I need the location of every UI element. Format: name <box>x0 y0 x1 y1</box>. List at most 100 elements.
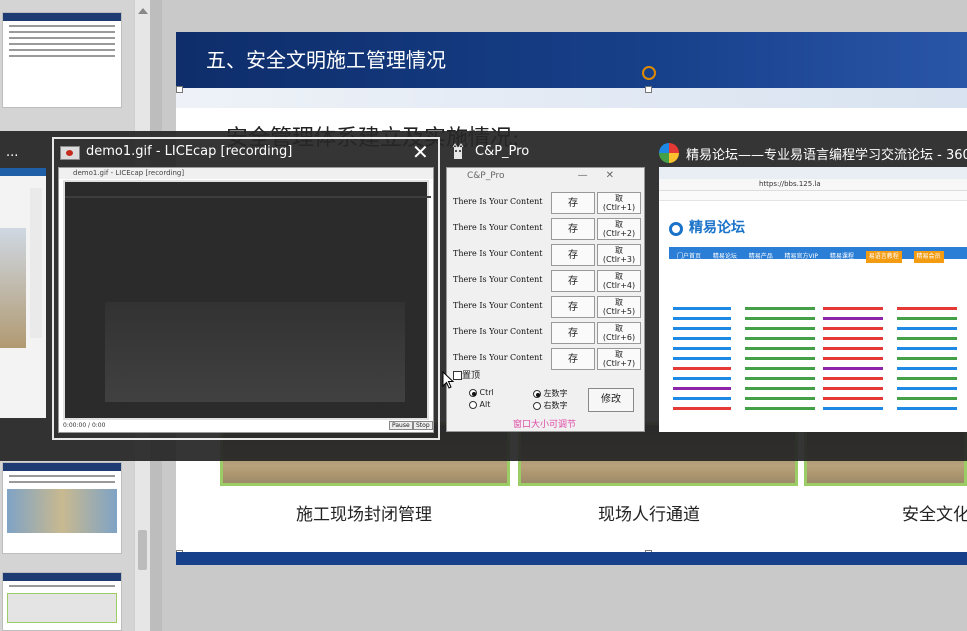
take-button[interactable]: 取 (Ctlr+2) <box>597 218 641 240</box>
forum-nav-bar: 门户首页 精易论坛 精易产品 精易官方VIP 精易课程 易语言教程 精易会员 <box>669 247 967 263</box>
rotate-handle-icon[interactable] <box>642 66 656 80</box>
radio-right-label: 右数字 <box>543 401 568 410</box>
cp-row: There Is Your Content 存 取 (Ctlr+3) <box>451 244 641 267</box>
take-button[interactable]: 取 (Ctlr+7) <box>597 348 641 370</box>
forum-logo-text: 精易论坛 <box>689 220 745 236</box>
slide-footer-band <box>176 552 967 565</box>
licecap-inner-title: demo1.gif - LICEcap [recording] <box>59 168 433 179</box>
scroll-up-arrow-icon[interactable] <box>138 8 148 14</box>
pin-on-top-checkbox[interactable]: 置顶 <box>453 368 480 381</box>
take-label: 取 <box>615 220 623 229</box>
stop-button[interactable]: Stop <box>413 421 433 430</box>
close-icon[interactable]: ✕ <box>412 142 429 162</box>
forum-nav-item: 门户首页 <box>677 253 702 260</box>
cp-row-content: There Is Your Content <box>453 353 543 362</box>
cp-row-content: There Is Your Content <box>453 197 543 206</box>
radio-selected-icon[interactable] <box>469 388 477 397</box>
save-button[interactable]: 存 <box>551 270 595 292</box>
save-button[interactable]: 存 <box>551 348 595 370</box>
take-label: 取 <box>615 324 623 333</box>
cp-row: There Is Your Content 存 取 (Ctlr+1) <box>451 192 641 215</box>
slide-thumbnail[interactable] <box>2 12 122 108</box>
take-shortcut: (Ctlr+1) <box>602 203 636 212</box>
radio-alt-label: Alt <box>479 400 491 409</box>
cp-row-content: There Is Your Content <box>453 275 543 284</box>
take-button[interactable]: 取 (Ctlr+1) <box>597 192 641 214</box>
scrollbar-thumb[interactable] <box>138 530 147 570</box>
radio-left-number[interactable]: 左数字 <box>533 388 568 399</box>
save-button[interactable]: 存 <box>551 218 595 240</box>
slide-title[interactable]: 五、安全文明施工管理情况 <box>206 44 446 73</box>
take-label: 取 <box>615 246 623 255</box>
photo-caption[interactable]: 安全文化 <box>902 500 967 525</box>
save-button[interactable]: 存 <box>551 296 595 318</box>
browser-address-bar: https://bbs.125.la <box>659 179 967 191</box>
window-preview-cp-pro[interactable]: C&P_Pro —✕ There Is Your Content 存 取 (Ctl… <box>446 167 645 432</box>
window-preview-browser[interactable]: https://bbs.125.la 精易论坛 门户首页 精易论坛 精易产品 精… <box>659 167 967 432</box>
cp-row-content: There Is Your Content <box>453 249 543 258</box>
save-button[interactable]: 存 <box>551 192 595 214</box>
radio-unselected-icon[interactable] <box>469 400 477 409</box>
take-button[interactable]: 取 (Ctlr+4) <box>597 270 641 292</box>
window-title-cp-pro[interactable]: C&P_Pro <box>475 144 529 159</box>
cp-row: There Is Your Content 存 取 (Ctlr+4) <box>451 270 641 293</box>
slide-thumbnail[interactable] <box>2 572 122 631</box>
cp-row-content: There Is Your Content <box>453 223 543 232</box>
licecap-app-icon <box>60 146 80 160</box>
radio-ctrl-label: Ctrl <box>479 388 494 397</box>
window-controls-icon: —✕ <box>577 170 632 181</box>
cp-row-content: There Is Your Content <box>453 327 543 336</box>
licecap-capture-area <box>63 180 431 420</box>
take-shortcut: (Ctlr+4) <box>602 281 636 290</box>
photo-caption[interactable]: 现场人行通道 <box>598 500 700 525</box>
radio-selected-icon[interactable] <box>533 389 541 398</box>
save-button[interactable]: 存 <box>551 322 595 344</box>
browser-bookmarks-bar <box>659 191 967 201</box>
selection-handle[interactable] <box>645 86 652 93</box>
resize-hint: 窗口大小可调节 <box>513 420 577 430</box>
cp-row-content: There Is Your Content <box>453 301 543 310</box>
radio-left-label: 左数字 <box>543 389 568 398</box>
take-label: 取 <box>615 350 623 359</box>
take-shortcut: (Ctlr+3) <box>602 255 636 264</box>
forum-nav-item: 精易产品 <box>748 253 773 260</box>
window-preview-left[interactable] <box>0 168 46 418</box>
take-shortcut: (Ctlr+6) <box>602 333 636 342</box>
checkbox-icon[interactable] <box>453 371 462 380</box>
take-label: 取 <box>615 298 623 307</box>
window-title-licecap[interactable]: demo1.gif - LICEcap [recording] <box>86 144 292 159</box>
licecap-status: 0:00:00 / 0:00 <box>63 422 106 429</box>
save-button[interactable]: 存 <box>551 244 595 266</box>
photo-caption[interactable]: 施工现场封闭管理 <box>296 500 432 525</box>
forum-nav-item: 精易官方VIP <box>784 253 819 260</box>
forum-nav-item: 精易论坛 <box>712 253 737 260</box>
take-button[interactable]: 取 (Ctlr+6) <box>597 322 641 344</box>
take-button[interactable]: 取 (Ctlr+3) <box>597 244 641 266</box>
pin-label: 置顶 <box>462 371 481 381</box>
task-switcher-overlay: ... demo1.gif - LICEcap [recording] ✕ de… <box>0 131 967 461</box>
cp-pro-app-icon <box>451 143 465 161</box>
take-shortcut: (Ctlr+2) <box>602 229 636 238</box>
radio-unselected-icon[interactable] <box>533 401 541 410</box>
radio-ctrl[interactable]: Ctrl <box>469 388 494 397</box>
forum-link-list <box>673 307 963 427</box>
window-title-left[interactable]: ... <box>6 145 18 160</box>
pause-button[interactable]: Pause <box>389 421 413 430</box>
browser-360-app-icon <box>659 143 679 163</box>
browser-url: https://bbs.125.la <box>759 180 821 188</box>
cp-row: There Is Your Content 存 取 (Ctlr+5) <box>451 296 641 319</box>
take-button[interactable]: 取 (Ctlr+5) <box>597 296 641 318</box>
take-shortcut: (Ctlr+7) <box>602 359 636 368</box>
slide-thumbnail[interactable] <box>2 462 122 554</box>
mouse-cursor-icon <box>442 370 455 392</box>
window-preview-licecap[interactable]: demo1.gif - LICEcap [recording] 0:00:00 … <box>58 167 434 433</box>
selection-handle[interactable] <box>176 86 183 93</box>
take-label: 取 <box>615 194 623 203</box>
window-title-browser[interactable]: 精易论坛——专业易语言编程学习交流论坛 - 360极速 <box>686 144 967 163</box>
radio-alt[interactable]: Alt <box>469 400 490 409</box>
take-label: 取 <box>615 272 623 281</box>
modify-button[interactable]: 修改 <box>588 388 634 412</box>
slide-sub-band <box>176 88 967 108</box>
forum-nav-item: 易语言教程 <box>865 251 902 263</box>
radio-right-number[interactable]: 右数字 <box>533 400 568 411</box>
